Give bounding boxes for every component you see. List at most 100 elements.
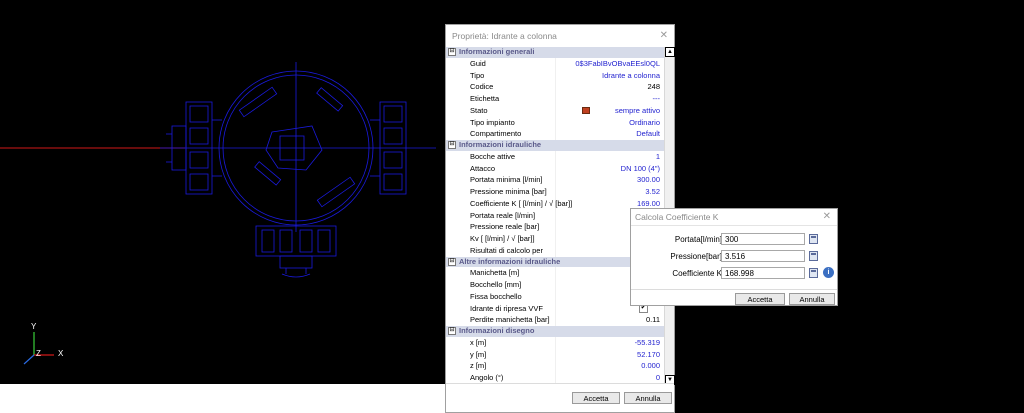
accept-button[interactable]: Accetta: [735, 293, 785, 305]
property-value[interactable]: ---: [556, 93, 664, 105]
field-label: Coefficiente K: [672, 269, 722, 278]
property-value[interactable]: 0.000: [556, 360, 664, 372]
property-value-text: 248: [647, 82, 660, 92]
collapse-icon[interactable]: ⊟: [448, 327, 456, 336]
property-value-text: sempre attivo: [614, 105, 660, 115]
property-row[interactable]: Angolo (°) 0: [446, 372, 664, 384]
property-value-text: 0: [655, 373, 660, 382]
property-key: Bocchello [mm]: [446, 279, 556, 291]
axis-label-y: Y: [31, 322, 37, 331]
property-key: Risultati di calcolo per: [446, 244, 556, 257]
field-row-pressione: Pressione[bar]: [631, 250, 837, 264]
scroll-up-icon[interactable]: ▲: [665, 47, 675, 57]
stato-icon: [582, 106, 590, 114]
property-value[interactable]: 0: [556, 372, 664, 384]
property-value-text: 52.170: [637, 349, 660, 359]
axis-label-z: Z: [36, 349, 41, 358]
property-key: Guid: [446, 57, 556, 70]
accept-button[interactable]: Accetta: [572, 392, 620, 404]
property-key: Stato: [446, 104, 556, 117]
property-value[interactable]: Idrante a colonna: [556, 70, 664, 82]
property-key: Angolo (°): [446, 372, 556, 384]
portata-input[interactable]: [721, 233, 805, 245]
property-value-text: 169.00: [637, 198, 660, 208]
property-key: Pressione reale [bar]: [446, 221, 556, 233]
dialog-title: Calcola Coefficiente K: [635, 212, 719, 222]
property-row[interactable]: y [m] 52.170: [446, 348, 664, 361]
property-value[interactable]: DN 100 (4"): [556, 163, 664, 175]
collapse-icon[interactable]: ⊟: [448, 257, 456, 266]
calculator-icon[interactable]: [809, 234, 818, 244]
collapse-icon[interactable]: ⊟: [448, 48, 456, 57]
property-row[interactable]: z [m] 0.000: [446, 360, 664, 372]
pressione-input[interactable]: [721, 250, 805, 262]
property-key: Tipo impianto: [446, 116, 556, 129]
property-key: x [m]: [446, 336, 556, 349]
cancel-button[interactable]: Annulla: [624, 392, 672, 404]
property-value[interactable]: 1: [556, 151, 664, 163]
property-value-text: Ordinario: [629, 117, 660, 127]
property-value[interactable]: 52.170: [556, 349, 664, 361]
group-title: Informazioni idrauliche: [459, 140, 542, 149]
info-icon[interactable]: i: [823, 267, 834, 278]
property-row[interactable]: Etichetta ---: [446, 93, 664, 105]
group-title: Informazioni disegno: [459, 326, 535, 335]
divider: [631, 289, 837, 290]
property-key: Pressione minima [bar]: [446, 186, 556, 198]
property-row[interactable]: Compartimento Default: [446, 128, 664, 140]
field-label: Portata[l/min]: [674, 235, 722, 244]
property-row[interactable]: x [m] -55.319: [446, 336, 664, 349]
property-value-text: 0$3FabIBvOBvaEEsl0QL: [575, 58, 660, 68]
coefficiente-k-input[interactable]: [721, 267, 805, 279]
property-value-text: 300.00: [637, 175, 660, 185]
property-row[interactable]: Stato sempre attivo: [446, 104, 664, 117]
close-icon[interactable]: ✕: [660, 25, 668, 47]
property-row[interactable]: Guid 0$3FabIBvOBvaEEsl0QL: [446, 57, 664, 70]
group-title: Altre informazioni idrauliche: [459, 256, 561, 266]
property-value[interactable]: -55.319: [556, 337, 664, 349]
calculator-icon[interactable]: [809, 251, 818, 261]
property-group-header[interactable]: ⊟ Informazioni idrauliche: [446, 140, 664, 151]
collapse-icon[interactable]: ⊟: [448, 141, 456, 150]
property-row[interactable]: Bocche attive 1: [446, 150, 664, 163]
property-value[interactable]: sempre attivo: [556, 105, 664, 117]
property-group-header[interactable]: ⊟ Informazioni disegno: [446, 326, 664, 337]
property-key: Portata minima [l/min]: [446, 174, 556, 186]
property-row[interactable]: Codice 248: [446, 81, 664, 93]
property-value[interactable]: 0$3FabIBvOBvaEEsl0QL: [556, 58, 664, 70]
property-key: Tipo: [446, 69, 556, 82]
field-row-coefficiente-k: Coefficiente K i: [631, 267, 837, 281]
property-group-header[interactable]: ⊟ Informazioni generali: [446, 47, 664, 58]
property-key: Fissa bocchello: [446, 290, 556, 303]
property-key: Idrante di ripresa VVF: [446, 302, 556, 315]
property-key: Portata reale [l/min]: [446, 209, 556, 222]
property-value[interactable]: 0.11: [556, 314, 664, 326]
property-row[interactable]: Pressione minima [bar] 3.52: [446, 186, 664, 198]
panel-title: Proprietà: Idrante a colonna: [452, 31, 557, 41]
panel-title-bar[interactable]: Proprietà: Idrante a colonna ✕: [446, 25, 674, 48]
property-row[interactable]: Attacco DN 100 (4"): [446, 162, 664, 175]
property-value-text: 1: [655, 151, 660, 161]
property-value[interactable]: 3.52: [556, 186, 664, 198]
property-value-text: Default: [636, 129, 660, 139]
property-key: y [m]: [446, 348, 556, 361]
property-value-text: -55.319: [634, 337, 660, 347]
property-row[interactable]: Perdite manichetta [bar] 0.11: [446, 314, 664, 326]
property-value[interactable]: 248: [556, 81, 664, 93]
property-value-text: Idrante a colonna: [602, 70, 660, 80]
field-label: Pressione[bar]: [670, 252, 722, 261]
property-value-text: DN 100 (4"): [620, 163, 660, 173]
property-key: z [m]: [446, 360, 556, 372]
property-value[interactable]: Default: [556, 128, 664, 140]
close-icon[interactable]: ✕: [823, 209, 831, 225]
property-key: Codice: [446, 81, 556, 93]
property-row[interactable]: Portata minima [l/min] 300.00: [446, 174, 664, 186]
calculator-icon[interactable]: [809, 268, 818, 278]
property-row[interactable]: Tipo impianto Ordinario: [446, 116, 664, 129]
property-key: Manichetta [m]: [446, 267, 556, 279]
property-value[interactable]: Ordinario: [556, 117, 664, 129]
cancel-button[interactable]: Annulla: [789, 293, 835, 305]
property-value[interactable]: 300.00: [556, 174, 664, 186]
dialog-title-bar[interactable]: Calcola Coefficiente K ✕: [631, 209, 837, 226]
property-row[interactable]: Tipo Idrante a colonna: [446, 69, 664, 82]
